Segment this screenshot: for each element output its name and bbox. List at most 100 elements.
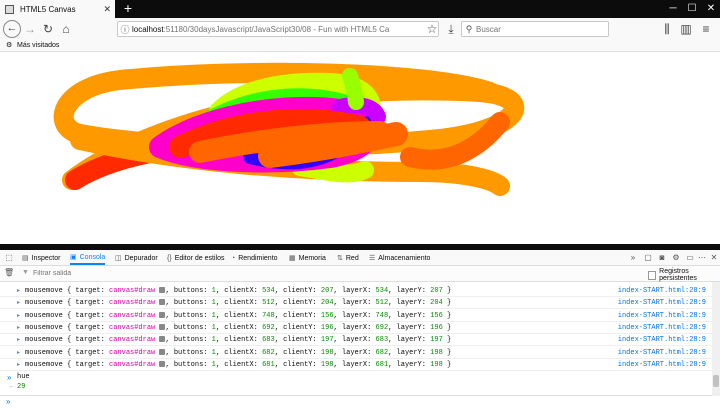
pick-element-icon[interactable]: ⬚ — [4, 252, 14, 264]
back-arrow-icon[interactable]: ← — [3, 20, 21, 38]
bookmark-label: Más visitados — [17, 42, 60, 49]
memory-icon: ▦ — [289, 255, 296, 262]
tab-storage[interactable]: ☰ Almacenamiento — [369, 251, 430, 265]
node-inspect-icon[interactable] — [159, 323, 166, 330]
tab-debugger[interactable]: ◫ Depurador — [115, 251, 158, 265]
log-message: mousemove { target: canvas#draw , button… — [25, 311, 452, 320]
expand-arrow-icon[interactable]: ▸ — [17, 324, 20, 331]
canvas-node-link[interactable]: canvas#draw — [109, 299, 155, 307]
tab-console[interactable]: ▣ Consola — [70, 251, 106, 265]
expand-arrow-icon[interactable]: ▸ — [17, 287, 20, 294]
console-log-row[interactable]: ▸ mousemove { target: canvas#draw , butto… — [0, 310, 712, 322]
new-tab-button[interactable]: + — [121, 0, 135, 18]
search-icon: ⚲ — [465, 23, 473, 34]
node-inspect-icon[interactable] — [159, 348, 166, 355]
minimize-icon[interactable]: ─ — [664, 0, 682, 18]
console-log-row[interactable]: ▸ mousemove { target: canvas#draw , butto… — [0, 322, 712, 334]
persistent-logs-checkbox[interactable] — [648, 270, 657, 280]
home-icon[interactable]: ⌂ — [58, 21, 74, 37]
tab-html5-canvas[interactable]: HTML5 Canvas ✕ — [0, 0, 115, 18]
log-message: mousemove { target: canvas#draw , button… — [25, 323, 452, 332]
sidebar-icon[interactable]: ▥ — [678, 21, 694, 37]
devtools-tab-bar — [0, 250, 720, 266]
maximize-icon[interactable]: ☐ — [683, 0, 701, 18]
expand-arrow-icon[interactable]: ▸ — [17, 336, 20, 343]
expand-arrow-icon[interactable]: ▸ — [17, 361, 20, 368]
node-inspect-icon[interactable] — [159, 287, 166, 293]
canvas-node-link[interactable]: canvas#draw — [109, 312, 155, 320]
source-location-link[interactable]: index-START.html:28:9 — [618, 336, 706, 344]
log-message: mousemove { target: canvas#draw , button… — [25, 287, 452, 295]
library-icon[interactable]: ⫼ — [659, 21, 675, 37]
hamburger-menu-icon[interactable]: ≡ — [698, 21, 714, 37]
canvas-node-link[interactable]: canvas#draw — [109, 287, 155, 295]
tab-performance[interactable]: ◔ Rendimiento — [231, 251, 278, 265]
expand-arrow-icon[interactable]: ▸ — [17, 312, 20, 319]
network-icon: ⇅ — [337, 255, 343, 262]
expand-arrow-icon[interactable]: ▸ — [17, 299, 20, 306]
console-icon: ▣ — [70, 254, 77, 261]
search-input[interactable] — [476, 24, 596, 34]
console-log-row[interactable]: ▸ mousemove { target: canvas#draw , butto… — [0, 347, 712, 359]
debugger-icon: ◫ — [115, 255, 122, 262]
result-value: 29 — [17, 383, 26, 391]
tab-style-editor[interactable]: {} Editor de estilos — [167, 251, 225, 265]
node-inspect-icon[interactable] — [159, 360, 166, 367]
responsive-design-icon[interactable]: ▢ — [643, 252, 653, 264]
console-log-row[interactable]: ▸ mousemove { target: canvas#draw , butto… — [0, 285, 712, 297]
reload-icon[interactable]: ↻ — [40, 21, 56, 37]
console-log-row[interactable]: ▸ mousemove { target: canvas#draw , butto… — [0, 359, 712, 371]
inspector-icon: ▤ — [22, 255, 29, 262]
persistent-logs-toggle[interactable]: Registros persistentes — [648, 268, 720, 282]
url-bar[interactable]: ⓘ localhost:51180/30daysJavascript/JavaS… — [117, 21, 439, 37]
console-log-row[interactable]: ▸ mousemove { target: canvas#draw , butto… — [0, 297, 712, 310]
persistent-logs-label: Registros persistentes — [659, 268, 697, 282]
log-message: mousemove { target: canvas#draw , button… — [25, 336, 452, 345]
close-devtools-icon[interactable]: ✕ — [709, 252, 719, 264]
node-inspect-icon[interactable] — [159, 311, 166, 318]
close-tab-icon[interactable]: ✕ — [103, 4, 111, 15]
page-favicon-icon — [5, 4, 14, 14]
source-location-link[interactable]: index-START.html:28:9 — [618, 361, 706, 369]
dock-side-icon[interactable]: ▭ — [685, 252, 695, 264]
screenshot-icon[interactable]: ◙ — [657, 252, 667, 264]
filter-output-input[interactable] — [33, 267, 233, 279]
node-inspect-icon[interactable] — [159, 336, 166, 343]
input-echo-text: hue — [17, 373, 30, 381]
log-message: mousemove { target: canvas#draw , button… — [25, 299, 452, 308]
search-bar[interactable]: ⚲ — [461, 21, 609, 37]
source-location-link[interactable]: index-START.html:28:9 — [618, 287, 706, 295]
settings-gear-icon[interactable]: ⚙ — [671, 252, 681, 264]
console-scroll-thumb[interactable] — [713, 375, 719, 387]
tab-inspector[interactable]: ▤ Inspector — [22, 251, 60, 265]
star-icon[interactable]: ☆ — [424, 21, 440, 37]
close-window-icon[interactable]: ✕ — [702, 0, 720, 18]
console-prompt[interactable]: » — [0, 395, 712, 408]
canvas-node-link[interactable]: canvas#draw — [109, 336, 155, 344]
stroke-green-dot — [342, 68, 364, 110]
canvas-node-link[interactable]: canvas#draw — [109, 349, 155, 357]
bookmarks-toolbar — [0, 40, 720, 52]
overflow-menu-icon[interactable]: » — [628, 252, 638, 264]
info-icon[interactable]: ⓘ — [118, 23, 132, 36]
expand-arrow-icon[interactable]: ▸ — [17, 349, 20, 356]
canvas-node-link[interactable]: canvas#draw — [109, 361, 155, 369]
trash-icon[interactable]: 🗑 — [4, 268, 14, 277]
source-location-link[interactable]: index-START.html:28:9 — [618, 349, 706, 357]
bookmark-most-visited[interactable]: ⚙ Más visitados — [6, 40, 59, 51]
canvas-node-link[interactable]: canvas#draw — [109, 324, 155, 332]
url-text[interactable]: localhost:51180/30daysJavascript/JavaScr… — [132, 25, 389, 34]
download-icon[interactable]: ⤓ — [443, 21, 459, 37]
source-location-link[interactable]: index-START.html:28:9 — [618, 324, 706, 332]
node-inspect-icon[interactable] — [159, 299, 166, 306]
drawing-canvas[interactable] — [0, 52, 720, 244]
tab-memory[interactable]: ▦ Memoria — [289, 251, 326, 265]
more-options-icon[interactable]: ⋯ — [697, 252, 707, 264]
tab-network[interactable]: ⇅ Red — [337, 251, 359, 265]
source-location-link[interactable]: index-START.html:28:9 — [618, 312, 706, 320]
console-log-row[interactable]: ▸ mousemove { target: canvas#draw , butto… — [0, 334, 712, 347]
forward-arrow-icon[interactable]: → — [22, 21, 38, 37]
source-location-link[interactable]: index-START.html:28:9 — [618, 299, 706, 307]
tab-title: HTML5 Canvas — [20, 4, 76, 14]
result-arrow-icon: ← — [8, 383, 15, 390]
